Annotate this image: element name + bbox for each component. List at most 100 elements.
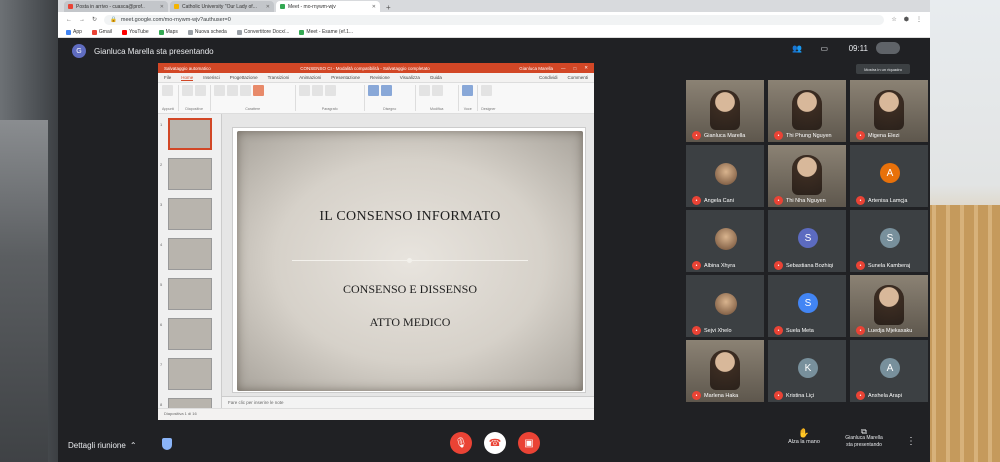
participant-tile[interactable]: S • Sebastiana Bozhiqi [768, 210, 846, 272]
slide-thumbnail[interactable] [168, 278, 212, 310]
chat-icon[interactable]: ▭ [820, 44, 828, 53]
new-slide-button[interactable] [182, 85, 194, 96]
paste-button[interactable] [162, 85, 173, 96]
autosave-label[interactable]: Salvataggio automatico [164, 66, 211, 71]
participant-tile[interactable]: K • Kristina Liçi [768, 340, 846, 402]
participant-tile[interactable]: A • Anxhela Arapi [850, 340, 928, 402]
back-icon[interactable]: ← [66, 17, 72, 23]
slide-subtitle-2: ATTO MEDICO [369, 315, 451, 329]
raise-hand-button[interactable]: ✋ Alza la mano [782, 428, 826, 445]
new-tab-icon[interactable]: + [386, 3, 391, 12]
participant-tile[interactable]: • Angela Cani [686, 145, 764, 207]
layout-button[interactable] [195, 85, 207, 96]
user-name[interactable]: Gianluca Marella [519, 66, 553, 71]
bookmark-new-tab[interactable]: Nuova scheda [187, 29, 227, 35]
arrange-button[interactable] [381, 85, 393, 96]
replace-button[interactable] [432, 85, 444, 96]
bookmark-maps[interactable]: Maps [158, 29, 178, 35]
comments-button[interactable]: Commenti [567, 75, 588, 80]
maximize-icon[interactable]: □ [574, 66, 577, 71]
close-icon[interactable]: ✕ [584, 65, 588, 71]
reload-icon[interactable]: ↻ [92, 16, 97, 23]
align-button[interactable] [312, 85, 324, 96]
browser-tab-active[interactable]: Meet - mo-rnywm-wjv ✕ [276, 1, 380, 12]
menu-view[interactable]: Visualizza [400, 75, 420, 80]
presenting-button[interactable]: ⧉ Gianluca Marella sta presentando [834, 428, 894, 449]
menu-home[interactable]: Home [181, 75, 194, 81]
slide-thumbnail[interactable] [168, 358, 212, 390]
underline-button[interactable] [240, 85, 252, 96]
people-icon[interactable]: 👥 [792, 44, 802, 53]
slide-thumbnail[interactable] [168, 118, 212, 150]
leave-call-button[interactable]: ☎ [484, 432, 506, 454]
participant-tile[interactable]: • Luedja Mjekaxaku [850, 275, 928, 337]
participant-name: Thi Phung Nguyen [786, 133, 832, 139]
bullets-button[interactable] [299, 85, 311, 96]
extension-icon[interactable]: ⬢ [904, 16, 909, 23]
camera-off-button[interactable]: ▣ [518, 432, 540, 454]
notes-pane[interactable]: Fare clic per inserire le note [222, 396, 594, 408]
document-title: CONSENSO CI - Modalità compatibilità - S… [300, 65, 430, 71]
url-input[interactable]: 🔒 meet.google.com/mo-rnywm-wjv?authuser=… [104, 14, 885, 25]
find-button[interactable] [419, 85, 431, 96]
chevron-up-icon: ⌃ [129, 441, 137, 450]
menu-animations[interactable]: Animazioni [299, 75, 321, 80]
slide-thumbnail[interactable] [168, 238, 212, 270]
share-button[interactable]: Condividi [539, 75, 558, 80]
current-slide[interactable]: IL CONSENSO INFORMATO CONSENSO E DISSENS… [232, 127, 586, 393]
bold-button[interactable] [214, 85, 226, 96]
more-options-icon[interactable]: ⋮ [906, 436, 916, 447]
participant-tile[interactable]: • Migena Elezi [850, 80, 928, 142]
meeting-details-label: Dettagli riunione [68, 441, 126, 450]
participant-tile[interactable]: • Gianluca Marella [686, 80, 764, 142]
menu-transitions[interactable]: Transizioni [268, 75, 290, 80]
bookmark-converter[interactable]: Convertitore Docx/... [236, 29, 289, 35]
participant-tile[interactable]: A • Artenisa Lamçja [850, 145, 928, 207]
browser-tab[interactable]: Posta in arrivo - cuasca@prof.. ✕ [64, 1, 168, 12]
close-icon[interactable]: ✕ [372, 4, 376, 10]
italic-button[interactable] [227, 85, 239, 96]
bookmark-apps[interactable]: App [66, 29, 82, 35]
slide-thumbnail[interactable] [168, 198, 212, 230]
participant-tile[interactable]: S • Sunela Kamberaj [850, 210, 928, 272]
shield-icon[interactable] [162, 438, 172, 450]
participant-tile[interactable]: • Thi Phung Nguyen [768, 80, 846, 142]
self-view-avatars[interactable] [876, 42, 900, 54]
close-icon[interactable]: ✕ [266, 4, 270, 10]
tab-label: Catholic University "Our Lady of... [182, 3, 257, 10]
menu-review[interactable]: Revisione [370, 75, 390, 80]
participant-tile[interactable]: • Albina Xhyra [686, 210, 764, 272]
mic-off-button[interactable]: 🎙 [450, 432, 472, 454]
participant-tile[interactable]: • Marlena Haka [686, 340, 764, 402]
shapes-button[interactable] [368, 85, 380, 96]
menu-file[interactable]: File [164, 75, 171, 80]
bookmark-gmail[interactable]: Gmail [91, 29, 112, 35]
menu-help[interactable]: Guida [430, 75, 442, 80]
forward-icon[interactable]: → [79, 17, 85, 23]
menu-design[interactable]: Progettazione [230, 75, 258, 80]
maps-icon [158, 29, 164, 35]
participant-tile[interactable]: S • Suela Meta [768, 275, 846, 337]
present-icon: ⧉ [861, 427, 867, 436]
bookmark-meet-exam[interactable]: Meet - Esame (ef.1... [299, 29, 353, 35]
slide-thumbnail[interactable] [168, 158, 212, 190]
mic-muted-icon: • [774, 326, 783, 335]
star-icon[interactable]: ☆ [891, 16, 896, 23]
bookmark-youtube[interactable]: YouTube [121, 29, 149, 35]
slide-thumbnail[interactable] [168, 318, 212, 350]
ribbon-group-label: Carattere [245, 107, 261, 111]
meeting-details-button[interactable]: Dettagli riunione ⌃ [68, 441, 137, 450]
menu-dots-icon[interactable]: ⋮ [916, 16, 922, 23]
participant-tile[interactable]: • Thi Nha Nguyen [768, 145, 846, 207]
participant-tile[interactable]: • Sejvi Xhelo [686, 275, 764, 337]
font-color-button[interactable] [253, 85, 265, 96]
spacing-button[interactable] [325, 85, 337, 96]
slide-thumbnail[interactable] [168, 398, 212, 408]
dictate-button[interactable] [462, 85, 474, 96]
close-icon[interactable]: ✕ [160, 4, 164, 10]
browser-tab[interactable]: Catholic University "Our Lady of... ✕ [170, 1, 274, 12]
minimize-icon[interactable]: — [561, 66, 566, 71]
menu-slideshow[interactable]: Presentazione [331, 75, 360, 80]
design-ideas-button[interactable] [481, 85, 493, 96]
menu-insert[interactable]: Inserisci [203, 75, 220, 80]
